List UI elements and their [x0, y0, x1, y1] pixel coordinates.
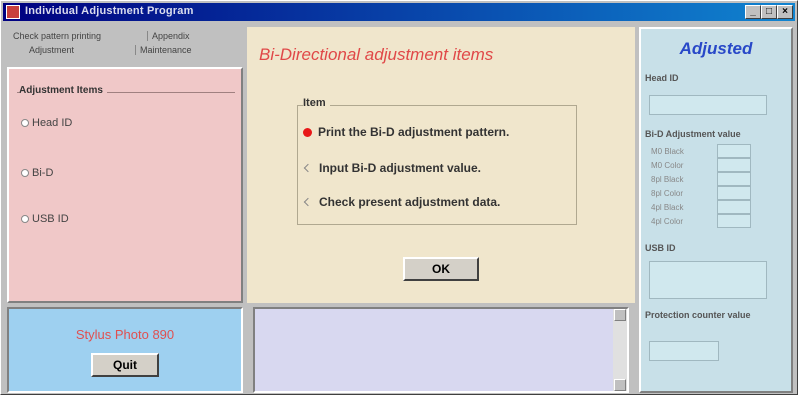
app-icon	[6, 5, 20, 19]
bid-value-field	[717, 172, 751, 186]
window-title: Individual Adjustment Program	[25, 5, 194, 17]
protection-counter-label: Protection counter value	[645, 310, 751, 320]
tab-appendix[interactable]: Appendix	[147, 31, 194, 41]
bi-d-items-panel: Bi-Directional adjustment items Item Pri…	[247, 27, 635, 303]
bid-value-field	[717, 214, 751, 228]
adjustment-items-panel: Adjustment Items Head ID Bi-D USB ID	[7, 67, 243, 303]
bid-row-4pl-color: 4pl Color	[651, 217, 684, 226]
bid-row-m0-color: M0 Color	[651, 161, 684, 170]
adjustment-items-label: Adjustment Items	[19, 85, 107, 96]
radio-icon	[21, 215, 29, 223]
bid-value-field	[717, 186, 751, 200]
maximize-button[interactable]: □	[761, 5, 777, 19]
radio-icon	[303, 197, 313, 207]
radio-head-id-label: Head ID	[32, 117, 73, 129]
bid-value-field	[717, 200, 751, 214]
model-name: Stylus Photo 890	[75, 327, 175, 342]
radio-icon	[21, 119, 29, 127]
scroll-up-icon[interactable]	[614, 309, 626, 321]
bid-row-4pl-black: 4pl Black	[651, 203, 684, 212]
model-panel: Stylus Photo 890 Quit	[7, 307, 243, 393]
head-id-field	[649, 95, 767, 115]
protection-counter-field	[649, 341, 719, 361]
radio-head-id[interactable]: Head ID	[21, 117, 72, 129]
radio-bi-d[interactable]: Bi-D	[21, 167, 53, 179]
radio-usb-id-label: USB ID	[32, 213, 69, 225]
radio-usb-id[interactable]: USB ID	[21, 213, 69, 225]
quit-button[interactable]: Quit	[91, 353, 159, 377]
option-check-data[interactable]: Check present adjustment data.	[303, 195, 500, 209]
close-button[interactable]: ×	[777, 5, 793, 19]
option-print-pattern[interactable]: Print the Bi-D adjustment pattern.	[303, 125, 509, 139]
output-textarea[interactable]	[253, 307, 629, 393]
radio-icon	[21, 169, 29, 177]
adjusted-panel: Adjusted Head ID Bi-D Adjustment value M…	[639, 27, 793, 393]
ok-button[interactable]: OK	[403, 257, 479, 281]
option-input-value[interactable]: Input Bi-D adjustment value.	[303, 161, 481, 175]
bid-row-m0-black: M0 Black	[651, 147, 684, 156]
head-id-label: Head ID	[645, 73, 679, 83]
item-group-label: Item	[303, 97, 330, 109]
bid-value-field	[717, 144, 751, 158]
bid-row-8pl-black: 8pl Black	[651, 175, 684, 184]
adjusted-title: Adjusted	[679, 39, 753, 58]
page-title: Bi-Directional adjustment items	[259, 45, 494, 64]
usb-id-label: USB ID	[645, 243, 676, 253]
tab-strip: Check pattern printing Appendix Adjustme…	[7, 27, 243, 67]
app-window: Individual Adjustment Program _ □ × Chec…	[0, 0, 798, 395]
radio-bi-d-label: Bi-D	[32, 167, 54, 179]
selected-radio-icon	[303, 127, 312, 137]
usb-id-field	[649, 261, 767, 299]
vertical-scrollbar[interactable]	[613, 309, 627, 391]
bid-row-8pl-color: 8pl Color	[651, 189, 684, 198]
tab-check-pattern-printing[interactable]: Check pattern printing	[9, 31, 105, 41]
minimize-button[interactable]: _	[745, 5, 761, 19]
scroll-down-icon[interactable]	[614, 379, 626, 391]
option-input-value-label: Input Bi-D adjustment value.	[319, 161, 482, 175]
tab-adjustment[interactable]: Adjustment	[25, 45, 78, 55]
option-check-data-label: Check present adjustment data.	[319, 195, 501, 209]
option-print-pattern-label: Print the Bi-D adjustment pattern.	[318, 125, 510, 139]
tab-maintenance[interactable]: Maintenance	[135, 45, 196, 55]
title-bar[interactable]: Individual Adjustment Program _ □ ×	[3, 3, 795, 21]
radio-icon	[303, 163, 313, 173]
bid-value-field	[717, 158, 751, 172]
bi-d-value-label: Bi-D Adjustment value	[645, 129, 741, 139]
